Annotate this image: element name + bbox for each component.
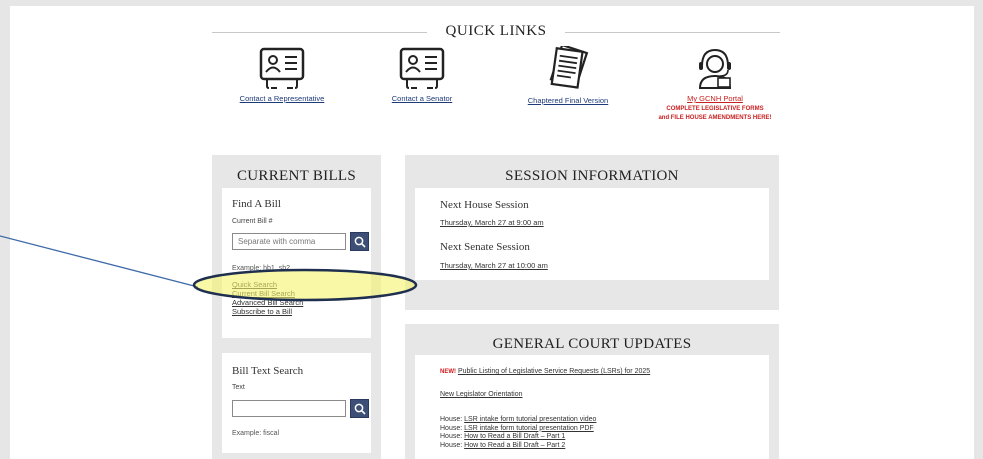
general-court-updates-panel: GENERAL COURT UPDATES NEW! Public Listin… xyxy=(405,324,779,459)
find-bill-heading: Find A Bill xyxy=(232,198,281,210)
current-bills-title: CURRENT BILLS xyxy=(236,168,357,184)
current-bills-panel: CURRENT BILLS Find A Bill Current Bill #… xyxy=(212,155,381,345)
bill-text-input[interactable] xyxy=(232,400,346,417)
document-stack-icon xyxy=(549,46,589,89)
search-icon xyxy=(354,236,366,248)
quick-link-senator[interactable]: Contact a Senator xyxy=(352,46,492,103)
session-info-panel: SESSION INFORMATION Next House Session T… xyxy=(405,155,779,310)
quick-link-representative[interactable]: Contact a Representative xyxy=(212,46,352,103)
update-bill-draft-2: House: How to Read a Bill Draft – Part 2 xyxy=(440,442,596,451)
bill-text-example: Example: fiscal xyxy=(232,430,280,437)
contact-representative-link[interactable]: Contact a Representative xyxy=(212,94,352,103)
next-house-session-heading: Next House Session xyxy=(440,199,529,211)
bill-text-search-panel: Bill Text Search Text Example: fiscal xyxy=(212,345,381,459)
lsr-pdf-link[interactable]: LSR intake form tutorial presentation PD… xyxy=(464,425,594,432)
house-prefix: House: xyxy=(440,433,463,440)
update-bill-draft-1: House: How to Read a Bill Draft – Part 1 xyxy=(440,433,596,442)
current-bill-label: Current Bill # xyxy=(232,218,273,225)
quick-links-header: QUICK LINKS xyxy=(212,22,780,42)
current-bill-example: Example: hb1, sb2 xyxy=(232,265,290,272)
portal-note-line-2: and FILE HOUSE AMENDMENTS HERE! xyxy=(658,115,772,121)
bill-text-search-heading: Bill Text Search xyxy=(232,365,304,377)
senate-session-date-link[interactable]: Thursday, March 27 at 10:00 am xyxy=(440,261,548,270)
house-prefix: House: xyxy=(440,424,463,432)
quick-link-chaptered[interactable]: Chaptered Final Version xyxy=(498,46,638,105)
quick-link-portal[interactable]: My GCNH Portal COMPLETE LEGISLATIVE FORM… xyxy=(645,46,785,123)
updates-box: NEW! Public Listing of Legislative Servi… xyxy=(415,355,769,459)
portal-note-line-1: COMPLETE LEGISLATIVE FORMS xyxy=(666,106,764,112)
chaptered-final-version-link[interactable]: Chaptered Final Version xyxy=(498,96,638,105)
subscribe-to-bill-link[interactable]: Subscribe to a Bill xyxy=(232,307,303,316)
quick-search-link[interactable]: Quick Search xyxy=(232,280,303,289)
current-bill-input[interactable]: Separate with comma xyxy=(232,233,346,250)
headset-agent-icon xyxy=(698,48,732,89)
house-session-date-link[interactable]: Thursday, March 27 at 9:00 am xyxy=(440,218,544,227)
search-icon xyxy=(354,403,366,415)
session-info-box: Next House Session Thursday, March 27 at… xyxy=(415,188,769,280)
update-lsr-listing: NEW! Public Listing of Legislative Servi… xyxy=(440,368,650,377)
current-bill-search-button[interactable] xyxy=(350,232,369,251)
current-bill-search-link[interactable]: Current Bill Search xyxy=(232,289,303,298)
update-lsr-pdf: House: LSR intake form tutorial presenta… xyxy=(440,425,596,434)
house-prefix: House: xyxy=(440,416,463,423)
new-badge: NEW! xyxy=(440,369,456,375)
bill-text-search-button[interactable] xyxy=(350,399,369,418)
house-prefix: House: xyxy=(440,441,463,449)
advanced-bill-search-link[interactable]: Advanced Bill Search xyxy=(232,298,303,307)
bill-draft-part2-link[interactable]: How to Read a Bill Draft – Part 2 xyxy=(464,442,565,449)
update-orientation: New Legislator Orientation xyxy=(440,391,523,400)
new-legislator-orientation-link[interactable]: New Legislator Orientation xyxy=(440,391,523,398)
lsr-video-link[interactable]: LSR intake form tutorial presentation vi… xyxy=(464,416,596,423)
contact-senator-link[interactable]: Contact a Senator xyxy=(352,94,492,103)
contact-card-icon xyxy=(399,47,445,89)
my-gcnh-portal-link[interactable]: My GCNH Portal xyxy=(645,94,785,103)
session-info-title: SESSION INFORMATION xyxy=(505,168,679,184)
bill-text-search-box: Bill Text Search Text Example: fiscal xyxy=(222,353,371,453)
update-lsr-video: House: LSR intake form tutorial presenta… xyxy=(440,416,596,425)
bill-text-label: Text xyxy=(232,384,245,391)
general-court-updates-title: GENERAL COURT UPDATES xyxy=(492,336,692,352)
lsr-listing-link[interactable]: Public Listing of Legislative Service Re… xyxy=(458,368,650,375)
find-bill-box: Find A Bill Current Bill # Separate with… xyxy=(222,188,371,338)
next-senate-session-heading: Next Senate Session xyxy=(440,241,530,253)
bill-draft-part1-link[interactable]: How to Read a Bill Draft – Part 1 xyxy=(464,433,565,440)
contact-card-icon xyxy=(259,47,305,89)
